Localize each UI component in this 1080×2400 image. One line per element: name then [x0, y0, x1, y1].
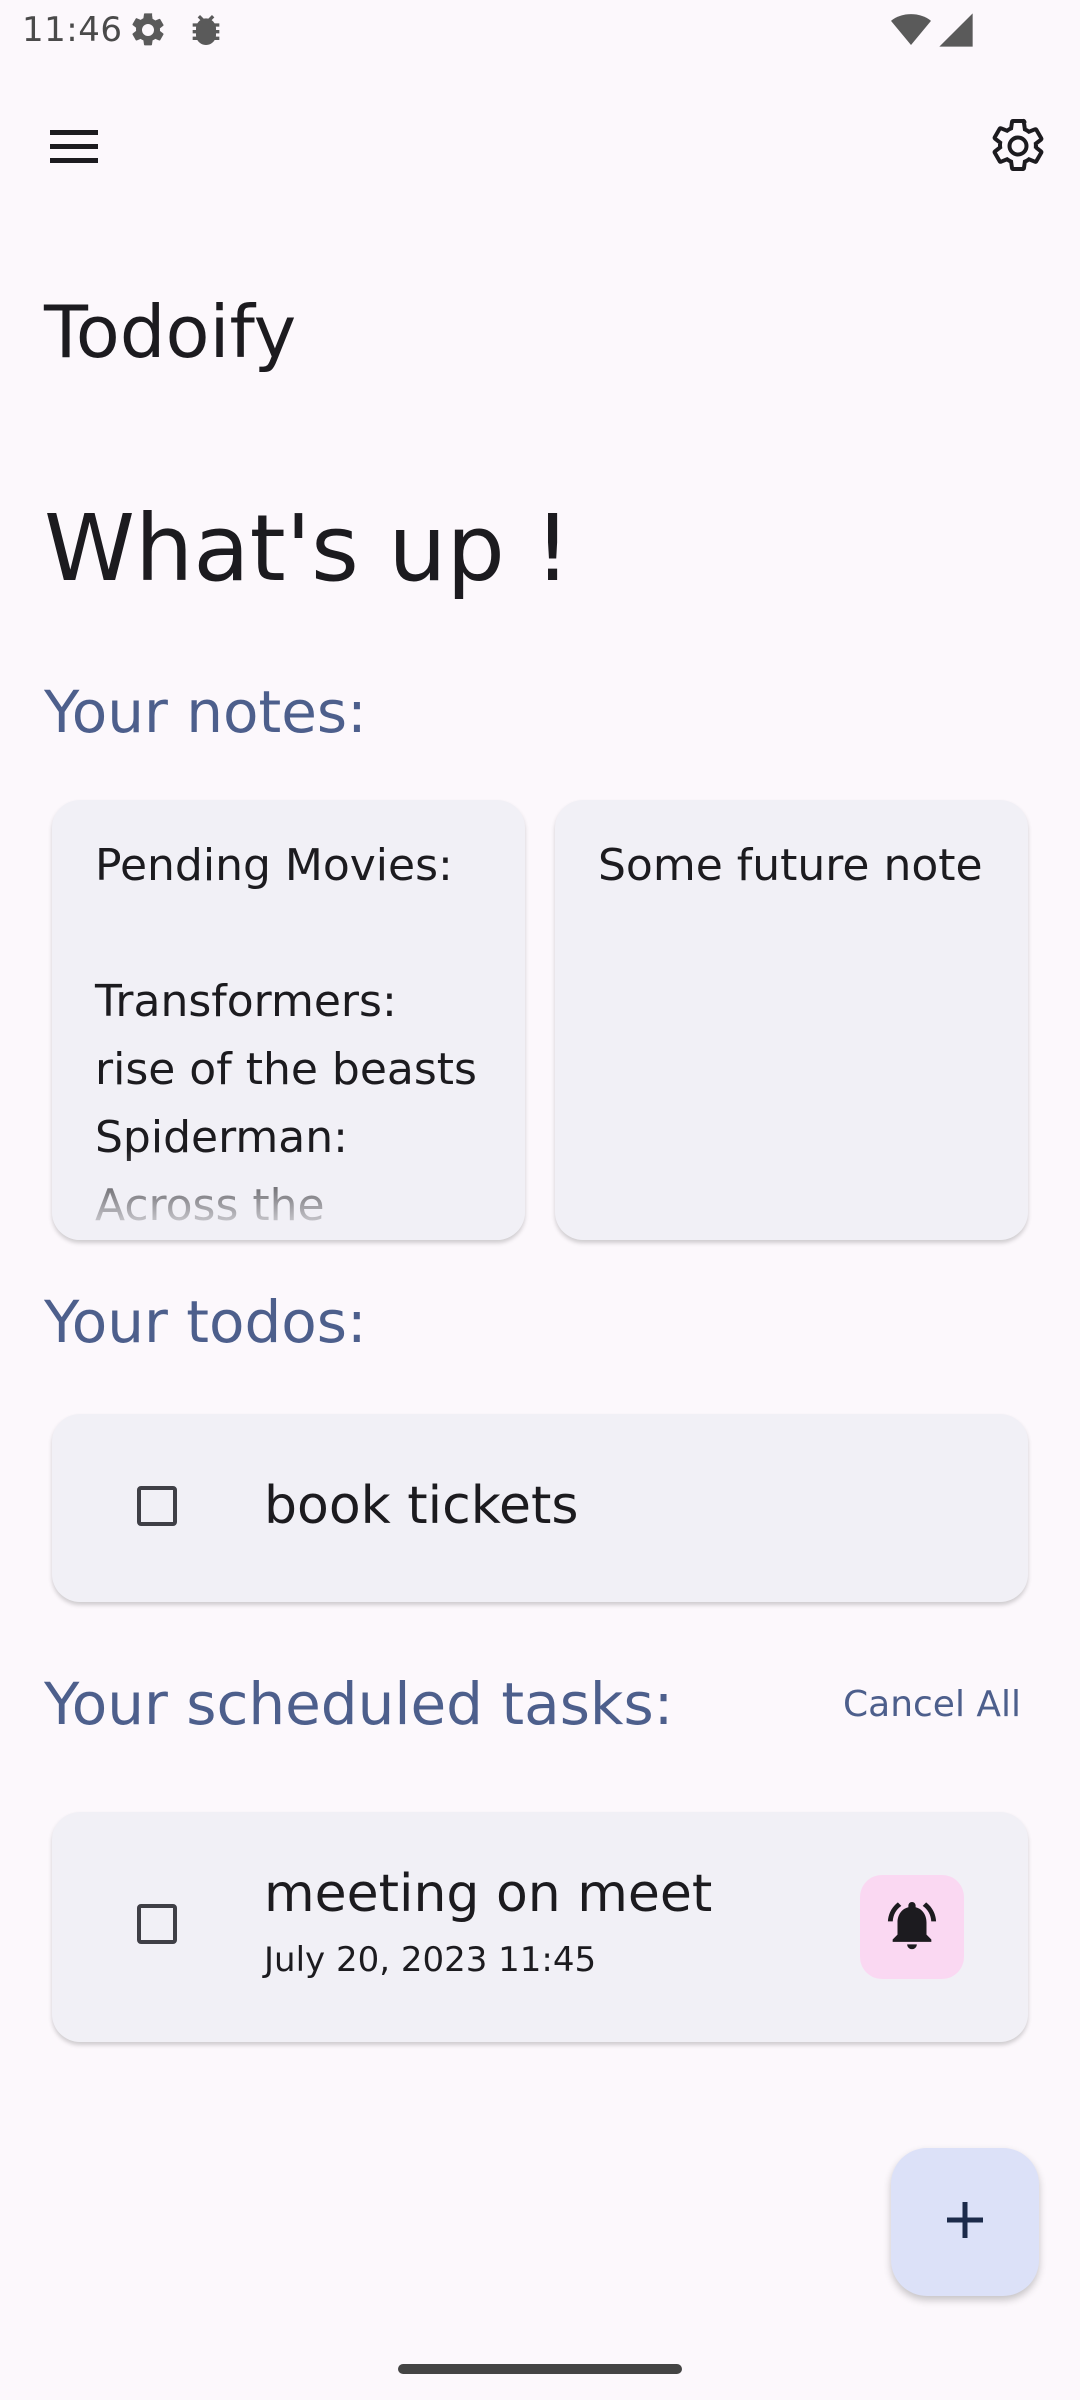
bug-icon: [186, 10, 226, 50]
reminder-button[interactable]: [860, 1875, 964, 1979]
note-text: Some future note: [598, 840, 983, 891]
scheduled-task-checkbox[interactable]: [137, 1904, 177, 1944]
home-indicator[interactable]: [398, 2364, 682, 2374]
settings-button[interactable]: [970, 100, 1066, 196]
plus-icon: [943, 2198, 987, 2246]
scheduled-task-label: meeting on meet: [264, 1864, 713, 1924]
notes-heading: Your notes:: [44, 678, 367, 746]
app-title: Todoify: [44, 290, 297, 374]
scheduled-heading: Your scheduled tasks:: [44, 1670, 674, 1738]
todo-card[interactable]: book tickets: [52, 1414, 1028, 1602]
hamburger-menu-icon: [48, 126, 100, 170]
note-card[interactable]: Pending Movies: Transformers: rise of th…: [52, 800, 525, 1240]
scheduled-task-date: July 20, 2023 11:45: [264, 1940, 597, 1980]
signal-icon: [936, 10, 976, 50]
wifi-icon: [888, 10, 934, 50]
menu-button[interactable]: [26, 100, 122, 196]
todos-heading: Your todos:: [44, 1288, 367, 1356]
todo-checkbox[interactable]: [137, 1486, 177, 1526]
scheduled-task-card[interactable]: meeting on meet July 20, 2023 11:45: [52, 1812, 1028, 2042]
status-time: 11:46: [22, 10, 123, 50]
add-fab-button[interactable]: [891, 2148, 1039, 2296]
cancel-all-button[interactable]: Cancel All: [843, 1684, 1021, 1725]
note-fade: [52, 1150, 525, 1240]
greeting-heading: What's up !: [44, 495, 572, 602]
bell-ringing-icon: [883, 1896, 941, 1958]
note-card[interactable]: Some future note: [555, 800, 1028, 1240]
settings-gear-icon: [128, 10, 168, 50]
gear-icon: [988, 116, 1048, 180]
todo-label: book tickets: [264, 1476, 579, 1536]
